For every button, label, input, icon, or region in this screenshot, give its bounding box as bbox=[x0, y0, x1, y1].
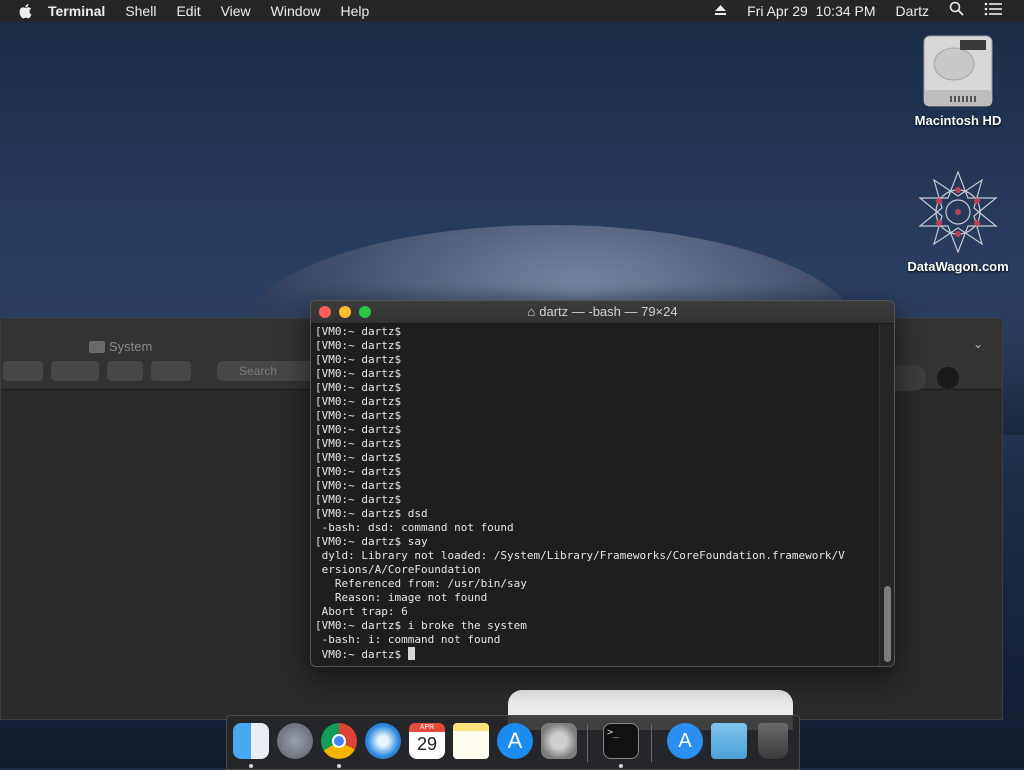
running-indicator bbox=[619, 764, 623, 768]
app-store-downloads-icon[interactable]: A bbox=[667, 723, 703, 759]
calendar-month: APR bbox=[409, 723, 445, 732]
trash-icon[interactable] bbox=[758, 723, 788, 759]
app-store-icon[interactable]: A bbox=[497, 723, 533, 759]
menu-bar: Terminal Shell Edit View Window Help Fri… bbox=[0, 0, 1024, 22]
scrollbar-thumb[interactable] bbox=[884, 586, 891, 662]
zoom-button[interactable] bbox=[359, 306, 371, 318]
safari-icon[interactable] bbox=[365, 723, 401, 759]
terminal-line: Abort trap: 6 bbox=[315, 605, 408, 618]
terminal-line: ersions/A/CoreFoundation bbox=[315, 563, 481, 576]
terminal-title: dartz — -bash — 79×24 bbox=[539, 304, 678, 319]
menu-edit[interactable]: Edit bbox=[166, 0, 210, 22]
terminal-titlebar[interactable]: ⌂ dartz — -bash — 79×24 bbox=[311, 301, 894, 324]
finder-title-label: System bbox=[109, 339, 153, 354]
terminal-line: Referenced from: /usr/bin/say bbox=[315, 577, 527, 590]
action-gear-button[interactable] bbox=[51, 361, 99, 381]
text-cursor bbox=[407, 647, 415, 660]
terminal-line: [VM0:~ dartz$ say bbox=[315, 535, 428, 548]
terminal-line: [VM0:~ dartz$ dsd bbox=[315, 507, 428, 520]
running-indicator bbox=[249, 764, 253, 768]
terminal-line: [VM0:~ dartz$ bbox=[315, 353, 402, 366]
share-button[interactable] bbox=[107, 361, 143, 381]
chrome-center bbox=[332, 734, 346, 748]
eject-icon[interactable] bbox=[704, 0, 737, 22]
terminal-line: [VM0:~ dartz$ bbox=[315, 451, 402, 464]
chevron-down-icon[interactable]: ⌄ bbox=[973, 337, 983, 351]
notification-center-icon[interactable] bbox=[974, 0, 1024, 22]
dock-separator bbox=[651, 724, 652, 762]
finder-icon[interactable] bbox=[233, 723, 269, 759]
geometric-star-icon bbox=[918, 170, 998, 254]
terminal-icon[interactable]: >_ bbox=[603, 723, 639, 759]
terminal-line: VM0:~ dartz$ bbox=[315, 647, 876, 662]
terminal-line: -bash: dsd: command not found bbox=[315, 521, 514, 534]
downloads-folder-icon[interactable] bbox=[711, 723, 747, 759]
menu-window[interactable]: Window bbox=[261, 0, 331, 22]
running-indicator bbox=[337, 764, 341, 768]
minimize-button[interactable] bbox=[339, 306, 351, 318]
chrome-icon[interactable] bbox=[321, 723, 357, 759]
terminal-window[interactable]: ⌂ dartz — -bash — 79×24 [VM0:~ dartz$ [VM0… bbox=[310, 300, 895, 667]
terminal-line: [VM0:~ dartz$ bbox=[315, 381, 402, 394]
folder-icon bbox=[89, 340, 105, 353]
terminal-line: [VM0:~ dartz$ bbox=[315, 479, 402, 492]
terminal-line: [VM0:~ dartz$ bbox=[315, 395, 402, 408]
system-preferences-icon[interactable] bbox=[541, 723, 577, 759]
dock: APR 29 A >_ A bbox=[226, 715, 800, 770]
desktop-icon-macintosh-hd[interactable]: Macintosh HD bbox=[903, 32, 1013, 128]
menu-clock[interactable]: Fri Apr 29 10:34 PM bbox=[737, 0, 885, 22]
menu-help[interactable]: Help bbox=[330, 0, 379, 22]
terminal-line: [VM0:~ dartz$ bbox=[315, 437, 402, 450]
terminal-line: Reason: image not found bbox=[315, 591, 488, 604]
tag-button[interactable] bbox=[151, 361, 191, 381]
menu-shell[interactable]: Shell bbox=[115, 0, 166, 22]
calendar-icon[interactable]: APR 29 bbox=[409, 723, 445, 759]
terminal-line: [VM0:~ dartz$ bbox=[315, 339, 402, 352]
terminal-scrollbar[interactable] bbox=[879, 324, 894, 666]
user-avatar-icon[interactable] bbox=[937, 367, 959, 389]
terminal-line: -bash: i: command not found bbox=[315, 633, 501, 646]
desktop-icon-label: DataWagon.com bbox=[907, 259, 1009, 274]
terminal-line: [VM0:~ dartz$ bbox=[315, 493, 402, 506]
terminal-line: [VM0:~ dartz$ bbox=[315, 465, 402, 478]
home-icon: ⌂ bbox=[527, 304, 536, 319]
desktop-icon-datawagon[interactable]: DataWagon.com bbox=[903, 168, 1013, 274]
finder-title: System bbox=[89, 339, 152, 354]
dock-separator bbox=[587, 724, 588, 762]
menu-view[interactable]: View bbox=[211, 0, 261, 22]
finder-search-input[interactable]: Search bbox=[217, 361, 317, 381]
spotlight-search-icon[interactable] bbox=[939, 0, 974, 22]
hard-drive-icon bbox=[923, 35, 993, 107]
calendar-day: 29 bbox=[416, 734, 438, 754]
terminal-output[interactable]: [VM0:~ dartz$ [VM0:~ dartz$ [VM0:~ dartz$[… bbox=[311, 324, 880, 666]
apple-icon[interactable] bbox=[18, 3, 32, 19]
menu-app-terminal[interactable]: Terminal bbox=[38, 0, 115, 22]
menu-user[interactable]: Dartz bbox=[886, 0, 939, 22]
desktop-icon-label: Macintosh HD bbox=[914, 113, 1002, 128]
terminal-line: [VM0:~ dartz$ bbox=[315, 325, 402, 338]
launchpad-icon[interactable] bbox=[277, 723, 313, 759]
terminal-line: [VM0:~ dartz$ bbox=[315, 423, 402, 436]
terminal-line: [VM0:~ dartz$ bbox=[315, 409, 402, 422]
terminal-line: [VM0:~ dartz$ i broke the system bbox=[315, 619, 527, 632]
notes-icon[interactable] bbox=[453, 723, 489, 759]
terminal-line: dyld: Library not loaded: /System/Librar… bbox=[315, 549, 845, 562]
view-options-button[interactable] bbox=[3, 361, 43, 381]
close-button[interactable] bbox=[319, 306, 331, 318]
terminal-line: [VM0:~ dartz$ bbox=[315, 367, 402, 380]
